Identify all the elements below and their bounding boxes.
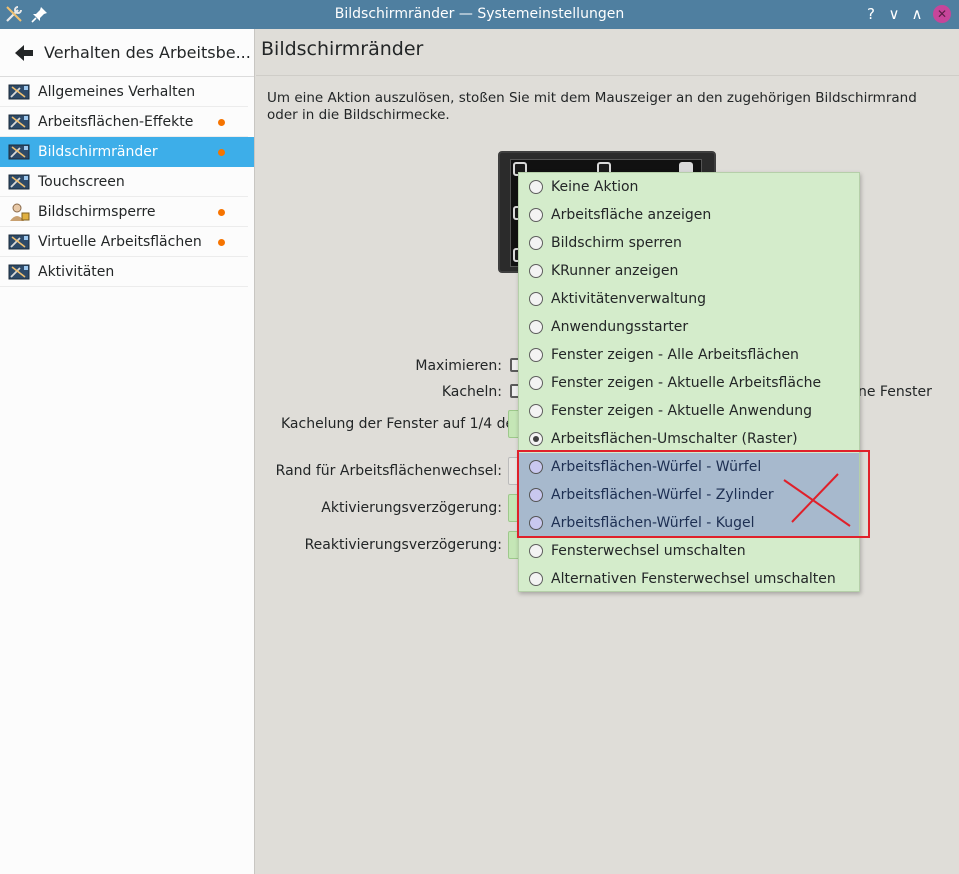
sidebar-header[interactable]: Verhalten des Arbeitsbe... xyxy=(0,29,254,77)
radio-unchecked-icon[interactable] xyxy=(529,208,543,222)
minimize-button[interactable]: ∨ xyxy=(884,4,904,24)
menu-item[interactable]: Arbeitsfläche anzeigen xyxy=(519,201,859,229)
radio-unchecked-icon[interactable] xyxy=(529,572,543,586)
quarter-tiling-label: Kachelung der Fenster auf 1/4 de xyxy=(281,416,515,432)
menu-item[interactable]: Bildschirm sperren xyxy=(519,229,859,257)
menu-item-label: Anwendungsstarter xyxy=(551,319,689,335)
sidebar-item[interactable]: Arbeitsflächen-Effekte xyxy=(0,107,248,137)
menu-item-label: Keine Aktion xyxy=(551,179,639,195)
user-lock-icon xyxy=(8,202,30,222)
radio-unchecked-icon[interactable] xyxy=(529,264,543,278)
back-arrow-icon[interactable] xyxy=(14,43,34,63)
touchscreen-icon xyxy=(8,172,30,192)
radio-unchecked-icon[interactable] xyxy=(529,544,543,558)
radio-unchecked-icon[interactable] xyxy=(529,236,543,250)
menu-item-label: KRunner anzeigen xyxy=(551,263,679,279)
radio-checked-icon[interactable] xyxy=(529,432,543,446)
sidebar-item[interactable]: Aktivitäten xyxy=(0,257,248,287)
sidebar-item-label: Bildschirmsperre xyxy=(38,204,156,220)
sidebar-item[interactable]: Bildschirmränder xyxy=(0,137,254,167)
title-separator xyxy=(256,75,959,76)
menu-item-label: Aktivitätenverwaltung xyxy=(551,291,706,307)
modified-indicator xyxy=(218,119,225,126)
menu-item[interactable]: KRunner anzeigen xyxy=(519,257,859,285)
tile-label: Kacheln: xyxy=(441,384,502,400)
activation-delay-label: Aktivierungsverzögerung: xyxy=(321,500,502,516)
menu-item-label: Arbeitsfläche anzeigen xyxy=(551,207,712,223)
menu-item-label: Fensterwechsel umschalten xyxy=(551,543,746,559)
modified-indicator xyxy=(218,149,225,156)
sidebar-item[interactable]: Bildschirmsperre xyxy=(0,197,248,227)
desktop-settings-icon xyxy=(8,82,30,102)
page-title: Bildschirmränder xyxy=(261,38,424,60)
menu-item[interactable]: Fensterwechsel umschalten xyxy=(519,537,859,565)
sidebar-item[interactable]: Touchscreen xyxy=(0,167,248,197)
menu-item-label: Arbeitsflächen-Umschalter (Raster) xyxy=(551,431,798,447)
menu-item[interactable]: Fenster zeigen - Aktuelle Arbeitsfläche xyxy=(519,369,859,397)
modified-indicator xyxy=(218,239,225,246)
page-description: Um eine Aktion auszulösen, stoßen Sie mi… xyxy=(267,90,917,123)
radio-unchecked-icon[interactable] xyxy=(529,376,543,390)
menu-item[interactable]: Anwendungsstarter xyxy=(519,313,859,341)
window-title: Bildschirmränder — Systemeinstellungen xyxy=(334,6,625,22)
sidebar-item-label: Arbeitsflächen-Effekte xyxy=(38,114,194,130)
sidebar-item-label: Virtuelle Arbeitsflächen xyxy=(38,234,202,250)
sidebar-list: Allgemeines Verhalten Arbeitsflächen-Effe… xyxy=(0,77,254,287)
screen-edges-icon xyxy=(8,142,30,162)
window-titlebar: Bildschirmränder — Systemeinstellungen ?… xyxy=(0,0,959,29)
menu-item[interactable]: Alternativen Fensterwechsel umschalten xyxy=(519,565,859,593)
radio-unchecked-icon[interactable] xyxy=(529,292,543,306)
menu-item[interactable]: Fenster zeigen - Alle Arbeitsflächen xyxy=(519,341,859,369)
menu-item-label: Alternativen Fensterwechsel umschalten xyxy=(551,571,836,587)
menu-item-label: Bildschirm sperren xyxy=(551,235,682,251)
radio-unchecked-icon[interactable] xyxy=(529,404,543,418)
maximize-label: Maximieren: xyxy=(415,358,502,374)
sidebar-item[interactable]: Virtuelle Arbeitsflächen xyxy=(0,227,248,257)
sidebar-item-label: Bildschirmränder xyxy=(38,144,158,160)
menu-item[interactable]: Keine Aktion xyxy=(519,173,859,201)
menu-item-label: Fenster zeigen - Alle Arbeitsflächen xyxy=(551,347,799,363)
sidebar-item[interactable]: Allgemeines Verhalten xyxy=(0,77,248,107)
sidebar-item-label: Aktivitäten xyxy=(38,264,115,280)
activities-icon xyxy=(8,262,30,282)
menu-item[interactable]: Fenster zeigen - Aktuelle Anwendung xyxy=(519,397,859,425)
help-button[interactable]: ? xyxy=(861,4,881,24)
desktop-switch-label: Rand für Arbeitsflächenwechsel: xyxy=(275,463,502,479)
maximize-button[interactable]: ∧ xyxy=(907,4,927,24)
menu-item-label: Fenster zeigen - Aktuelle Arbeitsfläche xyxy=(551,375,822,391)
virtual-desktops-icon xyxy=(8,232,30,252)
radio-unchecked-icon[interactable] xyxy=(529,180,543,194)
reactivation-delay-label: Reaktivierungsverzögerung: xyxy=(304,537,502,553)
tile-option-text: ne Fenster xyxy=(858,384,932,400)
menu-item[interactable]: Arbeitsflächen-Umschalter (Raster) xyxy=(519,425,859,453)
sidebar-item-label: Touchscreen xyxy=(38,174,125,190)
radio-unchecked-icon[interactable] xyxy=(529,320,543,334)
sidebar: Verhalten des Arbeitsbe... Allgemeines V… xyxy=(0,29,255,874)
modified-indicator xyxy=(218,209,225,216)
menu-item[interactable]: Aktivitätenverwaltung xyxy=(519,285,859,313)
annotation-cross-icon xyxy=(783,473,851,527)
close-button[interactable]: ✕ xyxy=(933,5,951,23)
desktop-effects-icon xyxy=(8,112,30,132)
sidebar-item-label: Allgemeines Verhalten xyxy=(38,84,196,100)
sidebar-header-title: Verhalten des Arbeitsbe... xyxy=(44,43,251,62)
menu-item-label: Fenster zeigen - Aktuelle Anwendung xyxy=(551,403,812,419)
radio-unchecked-icon[interactable] xyxy=(529,348,543,362)
